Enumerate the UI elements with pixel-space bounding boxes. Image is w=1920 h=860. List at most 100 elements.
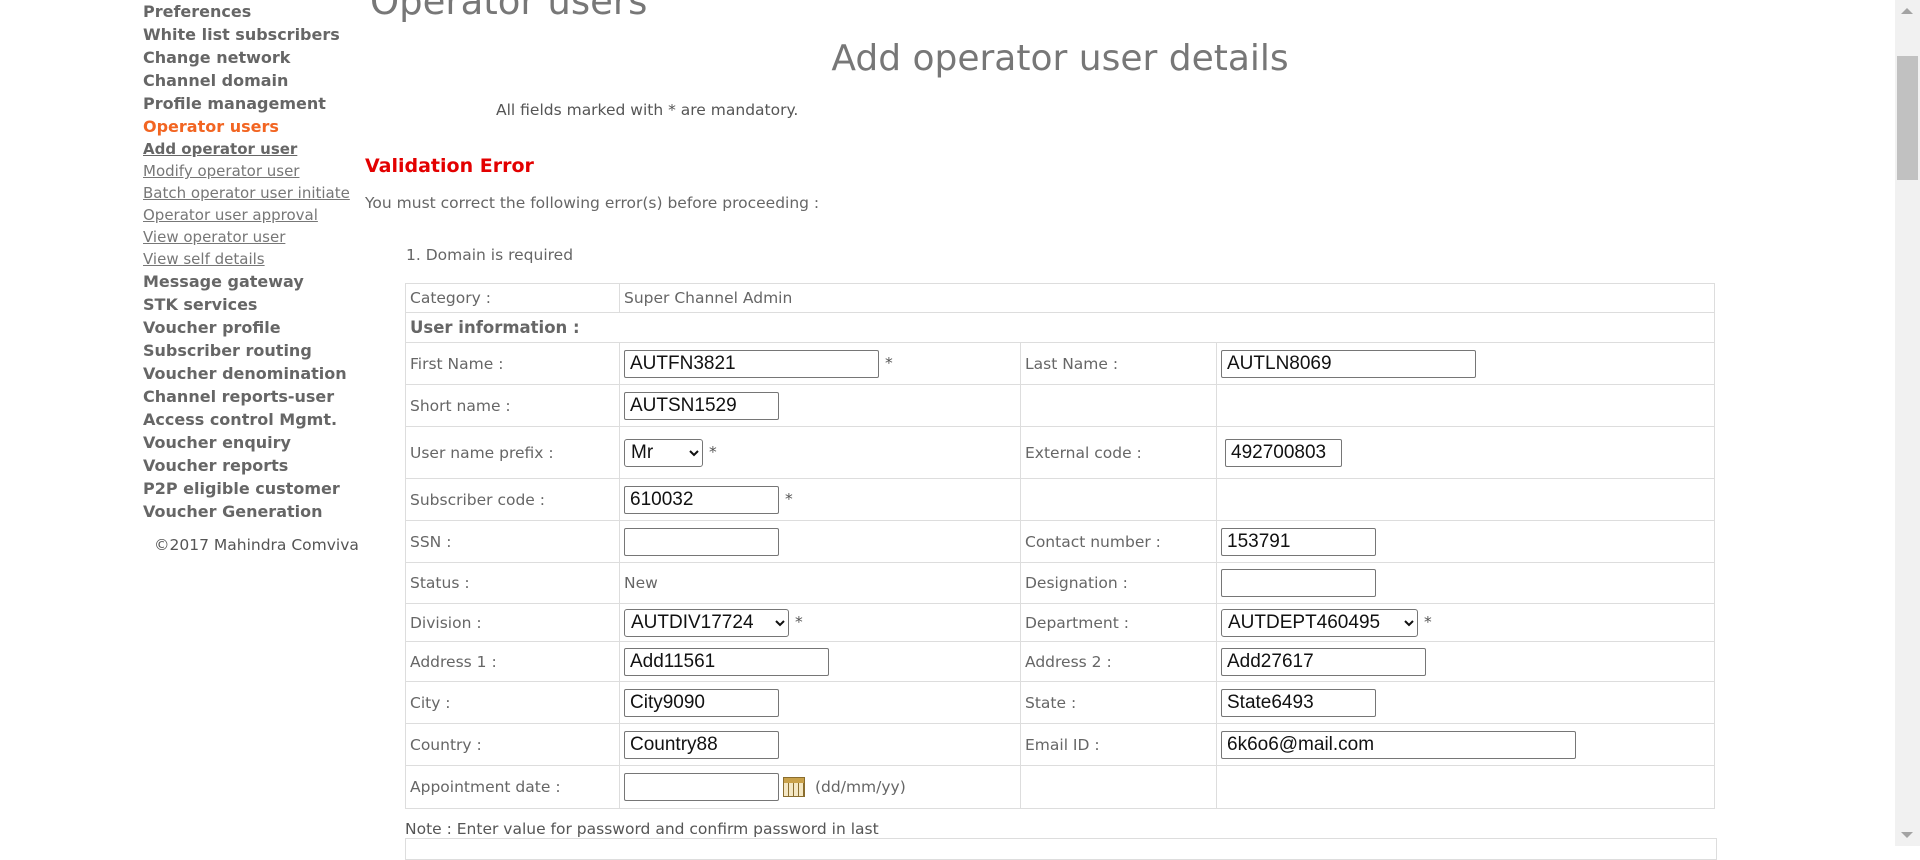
contact-number-label: Contact number : — [1020, 520, 1217, 563]
nav-stk-services[interactable]: STK services — [143, 293, 358, 316]
department-select[interactable]: AUTDEPT460495 — [1221, 608, 1418, 637]
date-format-hint: (dd/mm/yy) — [815, 777, 906, 796]
nav-voucher-generation[interactable]: Voucher Generation — [143, 500, 358, 523]
nav-access-control-mgmt[interactable]: Access control Mgmt. — [143, 408, 358, 431]
form-row-prefix: User name prefix : Mr * External code : — [405, 426, 1715, 479]
appointment-date-input[interactable] — [624, 773, 779, 801]
copyright-text: ©2017 Mahindra Comviva — [154, 536, 359, 554]
address2-input[interactable] — [1221, 647, 1426, 676]
nav-voucher-reports[interactable]: Voucher reports — [143, 454, 358, 477]
calendar-icon[interactable] — [783, 777, 805, 797]
state-label: State : — [1020, 681, 1217, 724]
form-row-names: First Name : * Last Name : — [405, 342, 1715, 385]
subscriber-code-input[interactable] — [624, 485, 779, 514]
empty-cell — [1216, 765, 1715, 809]
form-row-address: Address 1 : Address 2 : — [405, 641, 1715, 682]
last-name-input[interactable] — [1221, 349, 1476, 378]
scrollbar-thumb[interactable] — [1897, 56, 1918, 180]
user-name-prefix-select[interactable]: Mr — [624, 438, 703, 467]
nav-profile-management[interactable]: Profile management — [143, 92, 358, 115]
required-marker: * — [795, 613, 803, 631]
contact-number-input[interactable] — [1221, 527, 1376, 556]
external-code-label: External code : — [1020, 426, 1217, 479]
nav-channel-reports-user[interactable]: Channel reports-user — [143, 385, 358, 408]
department-cell: AUTDEPT460495 * — [1216, 603, 1715, 642]
first-name-input[interactable] — [624, 349, 879, 378]
form-row-section: User information : — [405, 312, 1715, 343]
division-select[interactable]: AUTDIV17724 — [624, 608, 789, 637]
state-cell — [1216, 681, 1715, 724]
scroll-up-arrow-icon[interactable] — [1901, 8, 1913, 14]
nav-subscriber-routing[interactable]: Subscriber routing — [143, 339, 358, 362]
empty-cell — [1020, 765, 1217, 809]
address1-input[interactable] — [624, 647, 829, 676]
form-row-appointment: Appointment date : (dd/mm/yy) — [405, 765, 1715, 809]
nav-voucher-denomination[interactable]: Voucher denomination — [143, 362, 358, 385]
ssn-input[interactable] — [624, 527, 779, 556]
scroll-down-arrow-icon[interactable] — [1901, 832, 1913, 838]
nav-operator-users[interactable]: Operator users — [143, 115, 358, 138]
form-row-city: City : State : — [405, 681, 1715, 724]
nav-preferences[interactable]: Preferences — [143, 0, 358, 23]
user-name-prefix-label: User name prefix : — [405, 426, 620, 479]
nav-p2p-eligible-customer[interactable]: P2P eligible customer — [143, 477, 358, 500]
designation-cell — [1216, 562, 1715, 604]
nav-batch-operator-user-initiate[interactable]: Batch operator user initiate — [143, 182, 358, 204]
nav-voucher-enquiry[interactable]: Voucher enquiry — [143, 431, 358, 454]
address2-cell — [1216, 641, 1715, 682]
division-label: Division : — [405, 603, 620, 642]
ssn-label: SSN : — [405, 520, 620, 563]
first-name-cell: * — [619, 342, 1021, 385]
country-input[interactable] — [624, 730, 779, 759]
nav-add-operator-user[interactable]: Add operator user — [143, 138, 358, 160]
last-name-cell — [1216, 342, 1715, 385]
contact-number-cell — [1216, 520, 1715, 563]
city-input[interactable] — [624, 688, 779, 717]
required-marker: * — [785, 490, 793, 508]
nav-modify-operator-user[interactable]: Modify operator user — [143, 160, 358, 182]
required-marker: * — [1424, 613, 1432, 631]
short-name-cell — [619, 384, 1021, 427]
appointment-date-cell: (dd/mm/yy) — [619, 765, 1021, 809]
appointment-date-label: Appointment date : — [405, 765, 620, 809]
form-row-status: Status : New Designation : — [405, 562, 1715, 604]
empty-cell — [1216, 384, 1715, 427]
validation-error-title: Validation Error — [365, 155, 534, 177]
email-cell — [1216, 723, 1715, 766]
page-title: Operator users — [370, 0, 648, 23]
subscriber-code-cell: * — [619, 478, 1021, 521]
designation-input[interactable] — [1221, 569, 1376, 597]
address1-label: Address 1 : — [405, 641, 620, 682]
address1-cell — [619, 641, 1021, 682]
form-row-ssn: SSN : Contact number : — [405, 520, 1715, 563]
external-code-input[interactable] — [1225, 438, 1342, 467]
nav-message-gateway[interactable]: Message gateway — [143, 270, 358, 293]
email-input[interactable] — [1221, 730, 1576, 759]
designation-label: Designation : — [1020, 562, 1217, 604]
validation-error-intro: You must correct the following error(s) … — [365, 194, 820, 212]
form-row-division: Division : AUTDIV17724 * Department : AU… — [405, 603, 1715, 642]
mandatory-note: All fields marked with * are mandatory. — [496, 101, 799, 119]
nav-operator-user-approval[interactable]: Operator user approval — [143, 204, 358, 226]
operator-user-form: Category : Super Channel Admin User info… — [405, 283, 1715, 809]
required-marker: * — [885, 354, 893, 372]
nav-view-operator-user[interactable]: View operator user — [143, 226, 358, 248]
short-name-input[interactable] — [624, 391, 779, 420]
form-row-country: Country : Email ID : — [405, 723, 1715, 766]
last-name-label: Last Name : — [1020, 342, 1217, 385]
form-row-category: Category : Super Channel Admin — [405, 283, 1715, 313]
ssn-cell — [619, 520, 1021, 563]
password-note: Note : Enter value for password and conf… — [405, 820, 879, 838]
department-label: Department : — [1020, 603, 1217, 642]
validation-error-item: 1. Domain is required — [406, 246, 574, 264]
nav-view-self-details[interactable]: View self details — [143, 248, 358, 270]
category-value: Super Channel Admin — [619, 283, 1715, 313]
external-code-cell — [1216, 426, 1715, 479]
state-input[interactable] — [1221, 688, 1376, 717]
empty-cell — [1216, 478, 1715, 521]
email-id-label: Email ID : — [1020, 723, 1217, 766]
city-cell — [619, 681, 1021, 724]
address2-label: Address 2 : — [1020, 641, 1217, 682]
division-cell: AUTDIV17724 * — [619, 603, 1021, 642]
nav-voucher-profile[interactable]: Voucher profile — [143, 316, 358, 339]
